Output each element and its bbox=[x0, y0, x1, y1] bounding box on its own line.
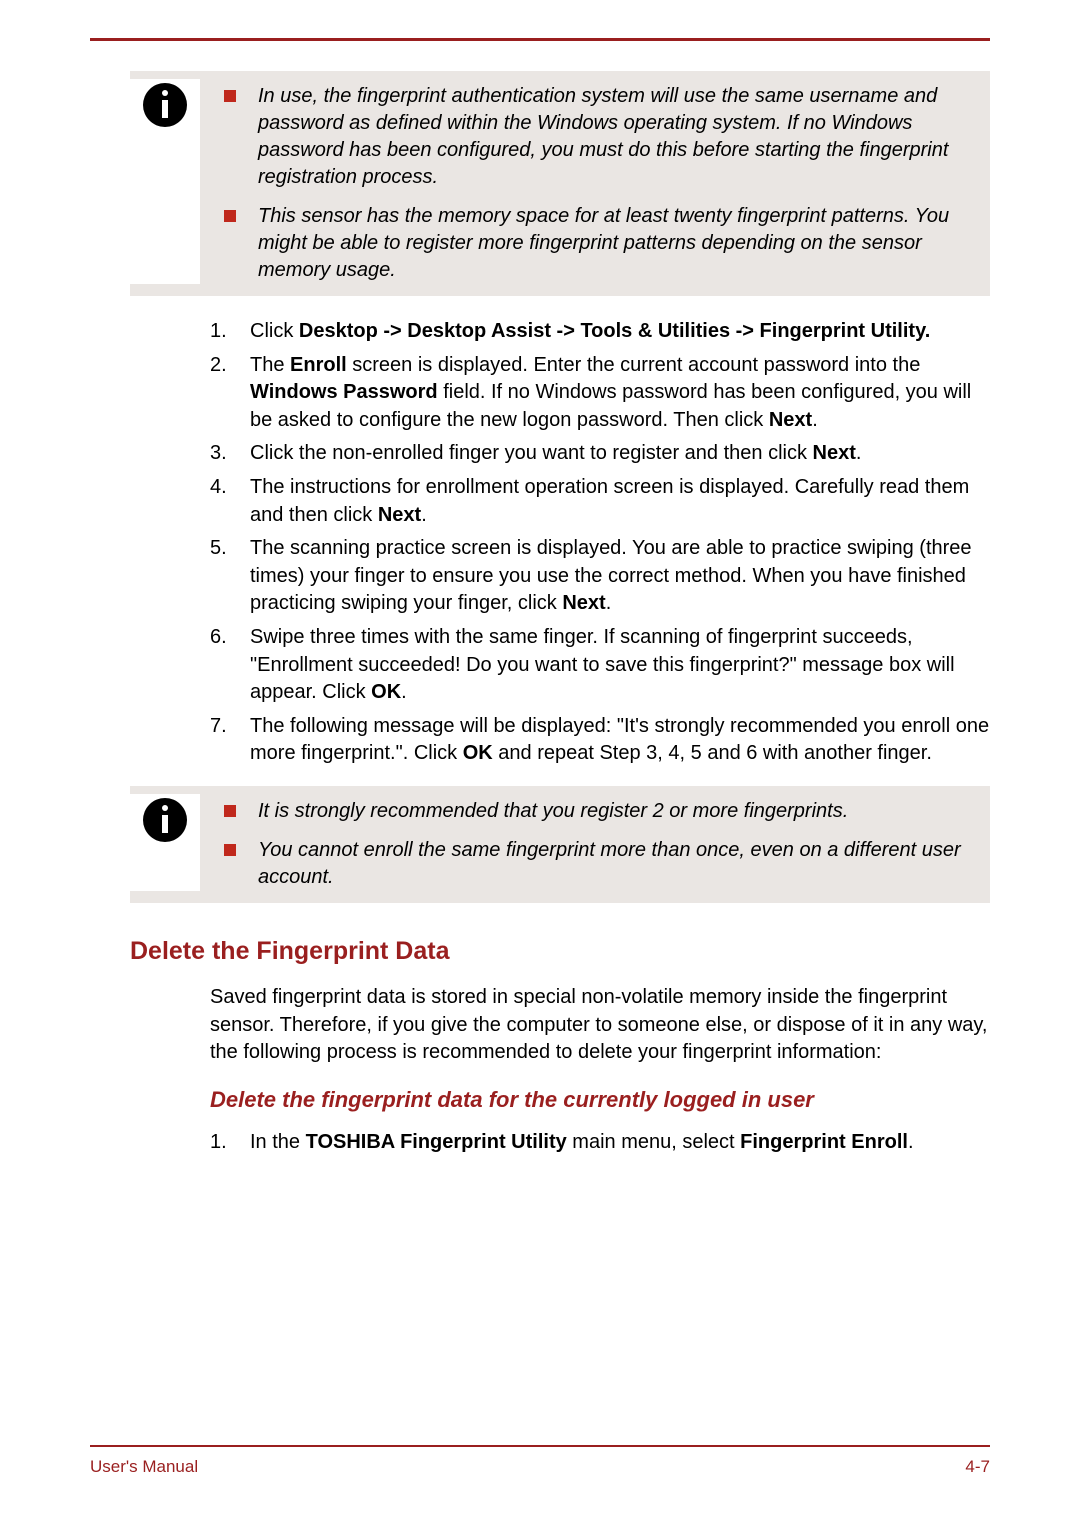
list-item: 4.The instructions for enrollment operat… bbox=[210, 474, 990, 529]
step-number: 3. bbox=[210, 440, 250, 468]
step-text: The following message will be displayed:… bbox=[250, 713, 990, 768]
procedure-steps-1: 1.Click Desktop -> Desktop Assist -> Too… bbox=[210, 318, 990, 768]
bold-text: OK bbox=[371, 681, 401, 703]
square-bullet-icon bbox=[224, 210, 236, 222]
paragraph-delete-intro: Saved fingerprint data is stored in spec… bbox=[210, 984, 990, 1067]
list-item: 7.The following message will be displaye… bbox=[210, 713, 990, 768]
info-icon-col bbox=[130, 79, 200, 284]
info-item: You cannot enroll the same fingerprint m… bbox=[224, 837, 968, 891]
step-text: Click Desktop -> Desktop Assist -> Tools… bbox=[250, 318, 990, 346]
page-footer: User's Manual 4-7 bbox=[90, 1445, 990, 1477]
step-number: 7. bbox=[210, 713, 250, 741]
info-item: It is strongly recommended that you regi… bbox=[224, 798, 968, 825]
header-rule bbox=[90, 38, 990, 41]
list-item: 5.The scanning practice screen is displa… bbox=[210, 535, 990, 618]
footer-page-number: 4-7 bbox=[965, 1457, 990, 1477]
bold-text: Fingerprint Enroll bbox=[740, 1131, 908, 1153]
list-item: 1.In the TOSHIBA Fingerprint Utility mai… bbox=[210, 1129, 990, 1157]
step-number: 5. bbox=[210, 535, 250, 563]
square-bullet-icon bbox=[224, 805, 236, 817]
info-icon bbox=[143, 83, 187, 127]
step-text: Click the non-enrolled finger you want t… bbox=[250, 440, 990, 468]
info-text: In use, the fingerprint authentication s… bbox=[258, 83, 968, 191]
step-number: 4. bbox=[210, 474, 250, 502]
info-list-2: It is strongly recommended that you regi… bbox=[200, 794, 978, 891]
bold-text: Next bbox=[378, 504, 421, 526]
step-number: 1. bbox=[210, 1129, 250, 1157]
step-text: Swipe three times with the same finger. … bbox=[250, 624, 990, 707]
square-bullet-icon bbox=[224, 844, 236, 856]
bold-text: TOSHIBA Fingerprint Utility bbox=[306, 1131, 567, 1153]
info-text: You cannot enroll the same fingerprint m… bbox=[258, 837, 968, 891]
list-item: 2.The Enroll screen is displayed. Enter … bbox=[210, 352, 990, 435]
info-item: In use, the fingerprint authentication s… bbox=[224, 83, 968, 191]
bold-text: Enroll bbox=[290, 354, 347, 376]
info-text: It is strongly recommended that you regi… bbox=[258, 798, 848, 825]
bold-text: Next bbox=[769, 409, 812, 431]
square-bullet-icon bbox=[224, 90, 236, 102]
info-icon bbox=[143, 798, 187, 842]
info-icon-col bbox=[130, 794, 200, 891]
step-text: The instructions for enrollment operatio… bbox=[250, 474, 990, 529]
footer-title: User's Manual bbox=[90, 1457, 198, 1477]
step-number: 1. bbox=[210, 318, 250, 346]
list-item: 1.Click Desktop -> Desktop Assist -> Too… bbox=[210, 318, 990, 346]
info-item: This sensor has the memory space for at … bbox=[224, 203, 968, 284]
list-item: 3.Click the non-enrolled finger you want… bbox=[210, 440, 990, 468]
step-text: In the TOSHIBA Fingerprint Utility main … bbox=[250, 1129, 990, 1157]
step-text: The Enroll screen is displayed. Enter th… bbox=[250, 352, 990, 435]
step-number: 6. bbox=[210, 624, 250, 652]
bold-text: Windows Password bbox=[250, 381, 438, 403]
info-list-1: In use, the fingerprint authentication s… bbox=[200, 79, 978, 284]
procedure-steps-2: 1.In the TOSHIBA Fingerprint Utility mai… bbox=[210, 1129, 990, 1157]
bold-text: Next bbox=[562, 592, 605, 614]
info-note-2: It is strongly recommended that you regi… bbox=[130, 786, 990, 903]
step-text: The scanning practice screen is displaye… bbox=[250, 535, 990, 618]
info-note-1: In use, the fingerprint authentication s… bbox=[130, 71, 990, 296]
bold-text: Next bbox=[813, 442, 856, 464]
bold-text: Desktop -> Desktop Assist -> Tools & Uti… bbox=[299, 320, 930, 342]
subheading-delete-current-user: Delete the fingerprint data for the curr… bbox=[210, 1087, 990, 1113]
list-item: 6.Swipe three times with the same finger… bbox=[210, 624, 990, 707]
info-text: This sensor has the memory space for at … bbox=[258, 203, 968, 284]
bold-text: OK bbox=[463, 742, 493, 764]
heading-delete-data: Delete the Fingerprint Data bbox=[130, 937, 990, 966]
step-number: 2. bbox=[210, 352, 250, 380]
